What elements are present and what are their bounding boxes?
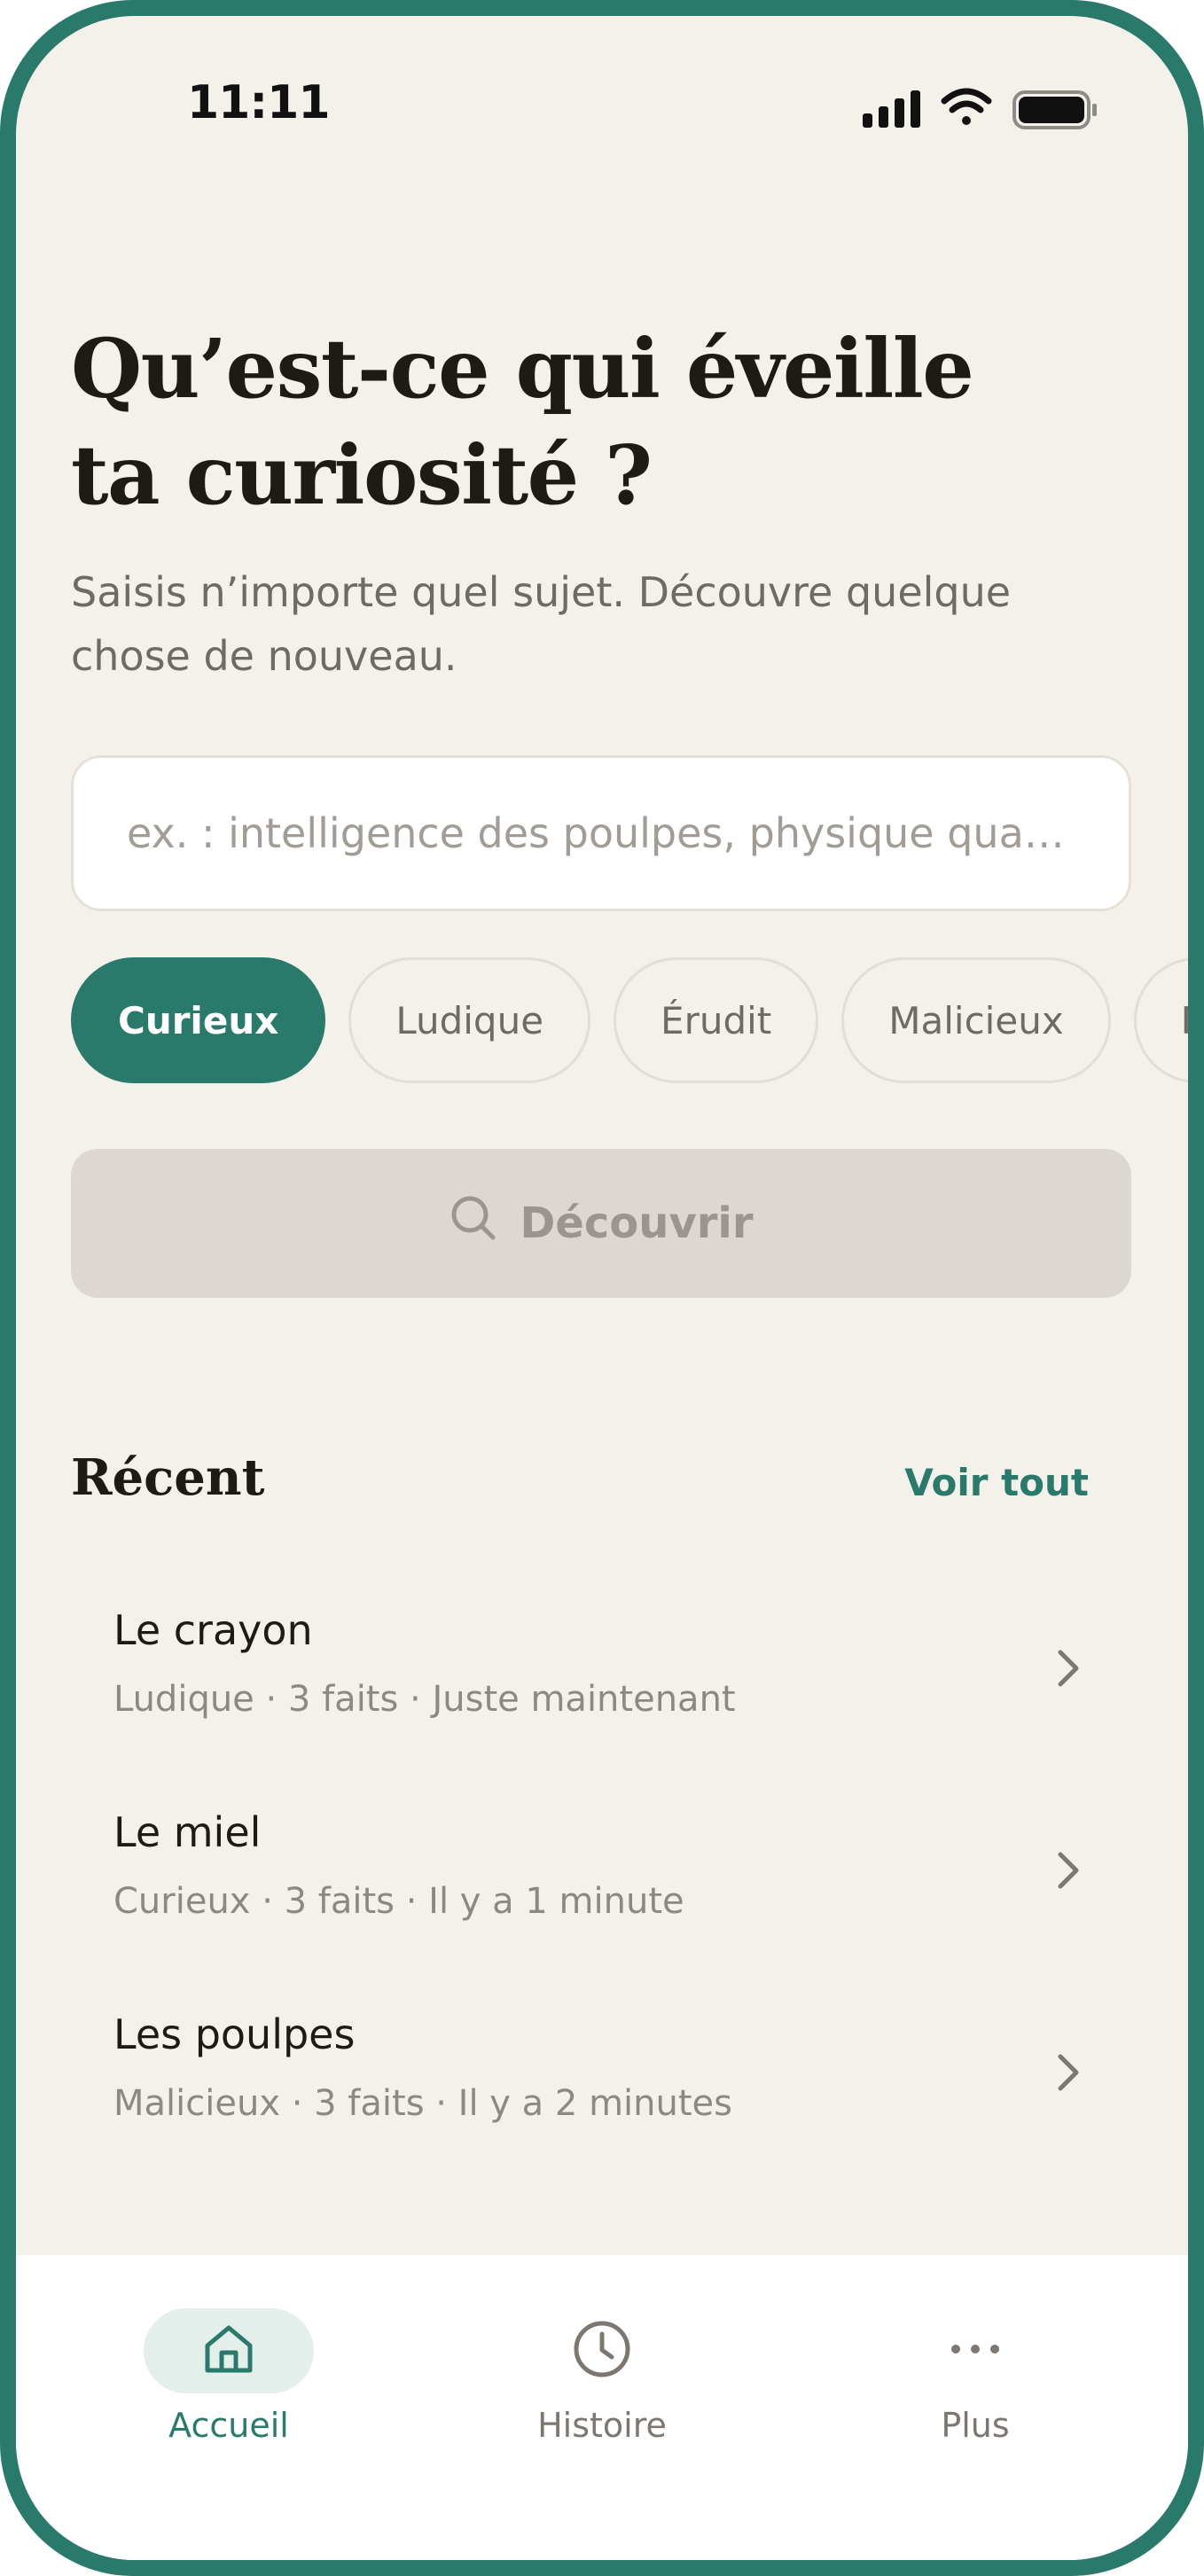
chevron-right-icon [1050, 1643, 1085, 1697]
wifi-icon [941, 88, 992, 125]
recent-item-title: Le crayon [113, 1606, 313, 1654]
status-time: 11:11 [187, 76, 331, 129]
page-title-line-1: Qu’est-ce qui éveille [71, 321, 974, 417]
tone-chip-malicieux[interactable]: Malicieux [841, 957, 1111, 1083]
recent-item-meta: Ludique · 3 faits · Juste maintenant [113, 1679, 736, 1720]
recent-item[interactable]: Les poulpes Malicieux · 3 faits · Il y a… [71, 1986, 1131, 2188]
tone-chip-curieux[interactable]: Curieux [71, 957, 326, 1083]
more-icon [947, 2340, 1004, 2361]
page-subtitle-line-2: chose de nouveau. [71, 632, 457, 680]
chevron-right-icon [1050, 2048, 1085, 2101]
tab-bar: Accueil Histoire Plus [16, 2255, 1188, 2560]
tab-histoire-icon-wrap [517, 2308, 687, 2393]
tab-plus-label: Plus [941, 2406, 1010, 2445]
topic-search-field[interactable] [71, 755, 1131, 911]
recent-list: Le crayon Ludique · 3 faits · Juste main… [71, 1581, 1131, 2188]
see-all-link[interactable]: Voir tout [904, 1461, 1089, 1504]
discover-button[interactable]: Découvrir [71, 1149, 1131, 1298]
clock-icon [571, 2318, 633, 2384]
recent-item-meta: Curieux · 3 faits · Il y a 1 minute [113, 1881, 684, 1922]
tab-histoire[interactable]: Histoire [469, 2308, 735, 2445]
status-icons [845, 83, 1102, 137]
page-subtitle-line-1: Saisis n’importe quel sujet. Découvre qu… [71, 568, 1012, 616]
recent-item[interactable]: Le miel Curieux · 3 faits · Il y a 1 min… [71, 1784, 1131, 1986]
recent-item-meta: Malicieux · 3 faits · Il y a 2 minutes [113, 2083, 732, 2124]
chevron-right-icon [1050, 1846, 1085, 1899]
device-frame: 11:11 Qu’est-ce qui éveille ta curiosité… [0, 0, 1204, 2576]
page-title-line-2: ta curiosité ? [71, 427, 653, 523]
app-screen: 11:11 Qu’est-ce qui éveille ta curiosité… [16, 16, 1188, 2560]
tab-plus-icon-wrap [890, 2308, 1060, 2393]
topic-search-input[interactable] [125, 808, 1084, 858]
tab-accueil-icon-wrap [144, 2308, 314, 2393]
recent-item[interactable]: Le crayon Ludique · 3 faits · Juste main… [71, 1581, 1131, 1784]
recent-section-title: Récent [71, 1448, 265, 1507]
search-icon [449, 1193, 498, 1253]
recent-item-title: Le miel [113, 1808, 262, 1856]
cellular-signal-icon [863, 90, 920, 128]
discover-button-label: Découvrir [520, 1198, 754, 1248]
tone-chip-erudit[interactable]: Érudit [614, 957, 819, 1083]
battery-icon [1012, 90, 1097, 129]
tab-plus[interactable]: Plus [842, 2308, 1108, 2445]
tab-histoire-label: Histoire [537, 2406, 667, 2445]
home-icon [200, 2321, 257, 2381]
page-title: Qu’est-ce qui éveille ta curiosité ? [71, 316, 1117, 528]
recent-item-title: Les poulpes [113, 2010, 356, 2058]
page-subtitle: Saisis n’importe quel sujet. Découvre qu… [71, 560, 1117, 688]
tab-accueil[interactable]: Accueil [96, 2308, 362, 2445]
tab-accueil-label: Accueil [168, 2406, 289, 2445]
tone-chip-row: Curieux Ludique Érudit Malicieux Poé [71, 957, 1188, 1087]
tone-chip-ludique[interactable]: Ludique [348, 957, 591, 1083]
tone-chip-poetique[interactable]: Poé [1133, 957, 1188, 1083]
